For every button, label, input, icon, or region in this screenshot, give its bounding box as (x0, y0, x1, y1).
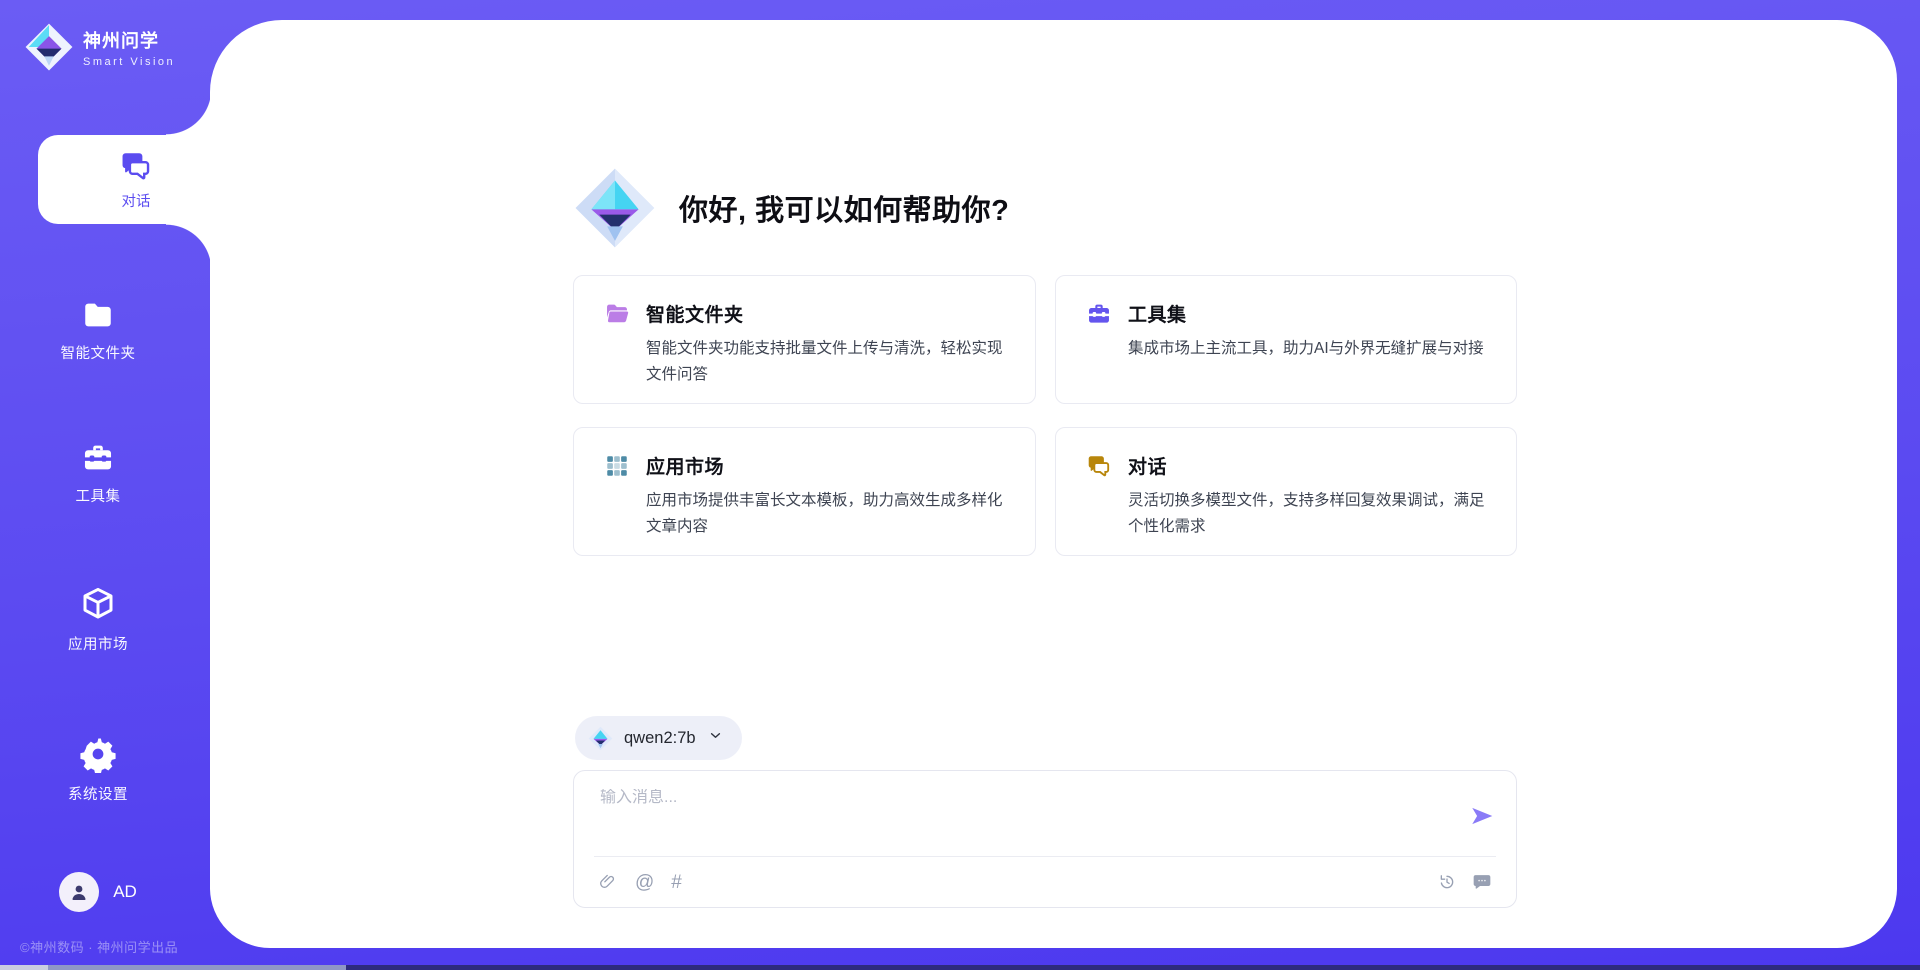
hash-icon[interactable]: # (671, 873, 682, 892)
greeting-title: 你好, 我可以如何帮助你? (679, 187, 1009, 229)
user-initials: AD (113, 882, 137, 902)
card-description: 智能文件夹功能支持批量文件上传与清洗，轻松实现文件问答 (646, 336, 1009, 387)
chevron-down-icon (707, 727, 724, 749)
sidebar-item-label: 应用市场 (68, 633, 128, 654)
sidebar-item-label: 智能文件夹 (61, 342, 136, 363)
grid-icon (604, 453, 630, 479)
card-head: 对话 (1086, 452, 1490, 479)
chat-home-content: 你好, 我可以如何帮助你? 智能文件夹 智能文件夹功能支持批量文件上传与清洗，轻… (573, 20, 1517, 948)
attachment-icon[interactable] (598, 872, 618, 892)
scrollbar-track-cap (0, 965, 48, 970)
brand-subtitle: Smart Vision (83, 56, 175, 68)
chat-bubble-icon[interactable] (1472, 872, 1492, 892)
card-title: 应用市场 (646, 452, 724, 479)
folder-open-icon (604, 301, 630, 327)
greeting: 你好, 我可以如何帮助你? (573, 166, 1009, 250)
card-description: 集成市场上主流工具，助力AI与外界无缝扩展与对接 (1128, 336, 1490, 362)
feature-cards: 智能文件夹 智能文件夹功能支持批量文件上传与清洗，轻松实现文件问答 (573, 275, 1517, 556)
sidebar-item-smart-folder[interactable]: 智能文件夹 (0, 298, 196, 363)
avatar (59, 872, 99, 912)
chat-icon (119, 149, 153, 183)
toolbox-icon (80, 441, 116, 475)
feature-card-toolset[interactable]: 工具集 集成市场上主流工具，助力AI与外界无缝扩展与对接 (1055, 275, 1517, 404)
mention-icon[interactable]: @ (635, 873, 654, 892)
toolbox-icon (1086, 301, 1112, 327)
brand-logo: 神州问学 Smart Vision (24, 22, 175, 72)
card-head: 工具集 (1086, 300, 1490, 327)
card-description: 灵活切换多模型文件，支持多样回复效果调试，满足个性化需求 (1128, 488, 1490, 539)
main-panel: 你好, 我可以如何帮助你? 智能文件夹 智能文件夹功能支持批量文件上传与清洗，轻… (210, 20, 1897, 948)
assistant-logo-icon (573, 166, 657, 250)
feature-card-smart-folder[interactable]: 智能文件夹 智能文件夹功能支持批量文件上传与清洗，轻松实现文件问答 (573, 275, 1036, 404)
sidebar-item-label: 工具集 (76, 485, 121, 506)
scrollbar-thumb[interactable] (48, 965, 346, 970)
composer-toolbar-right (1437, 872, 1492, 892)
horizontal-scrollbar[interactable] (0, 965, 1920, 970)
card-description: 应用市场提供丰富长文本模板，助力高效生成多样化文章内容 (646, 488, 1009, 539)
sidebar-item-toolset[interactable]: 工具集 (0, 441, 196, 506)
copyright-text: ©神州数码 · 神州问学出品 (20, 937, 178, 956)
brand-name: 神州问学 (83, 27, 175, 53)
user-profile[interactable]: AD (0, 872, 196, 912)
card-title: 工具集 (1128, 300, 1187, 327)
card-head: 智能文件夹 (604, 300, 1009, 327)
sidebar-item-app-market[interactable]: 应用市场 (0, 585, 196, 654)
feature-card-chat[interactable]: 对话 灵活切换多模型文件，支持多样回复效果调试，满足个性化需求 (1055, 427, 1517, 556)
gear-icon (79, 735, 117, 773)
composer-divider (594, 856, 1496, 857)
send-button[interactable] (1468, 803, 1496, 831)
card-head: 应用市场 (604, 452, 1009, 479)
model-selector[interactable]: qwen2:7b (575, 716, 742, 760)
person-icon (67, 880, 91, 904)
brand-text: 神州问学 Smart Vision (83, 27, 175, 68)
sidebar: 神州问学 Smart Vision 对话 智能文件夹 (0, 0, 210, 970)
sidebar-item-label: 对话 (122, 190, 151, 211)
message-composer: @ # (573, 770, 1517, 908)
sidebar-item-chat[interactable]: 对话 (38, 135, 212, 224)
cube-icon (79, 585, 117, 623)
model-diamond-icon (588, 726, 613, 751)
card-title: 智能文件夹 (646, 300, 744, 327)
send-icon (1469, 803, 1495, 829)
sidebar-item-settings[interactable]: 系统设置 (0, 735, 196, 804)
sidebar-item-label: 系统设置 (68, 783, 128, 804)
card-title: 对话 (1128, 452, 1167, 479)
folder-icon (80, 298, 116, 332)
brand-diamond-icon (24, 22, 74, 72)
composer-toolbar: @ # (598, 867, 1492, 897)
model-name: qwen2:7b (624, 729, 696, 748)
chat-icon (1086, 453, 1112, 479)
message-input[interactable] (600, 789, 1440, 807)
feature-card-app-market[interactable]: 应用市场 应用市场提供丰富长文本模板，助力高效生成多样化文章内容 (573, 427, 1036, 556)
history-icon[interactable] (1437, 872, 1457, 892)
